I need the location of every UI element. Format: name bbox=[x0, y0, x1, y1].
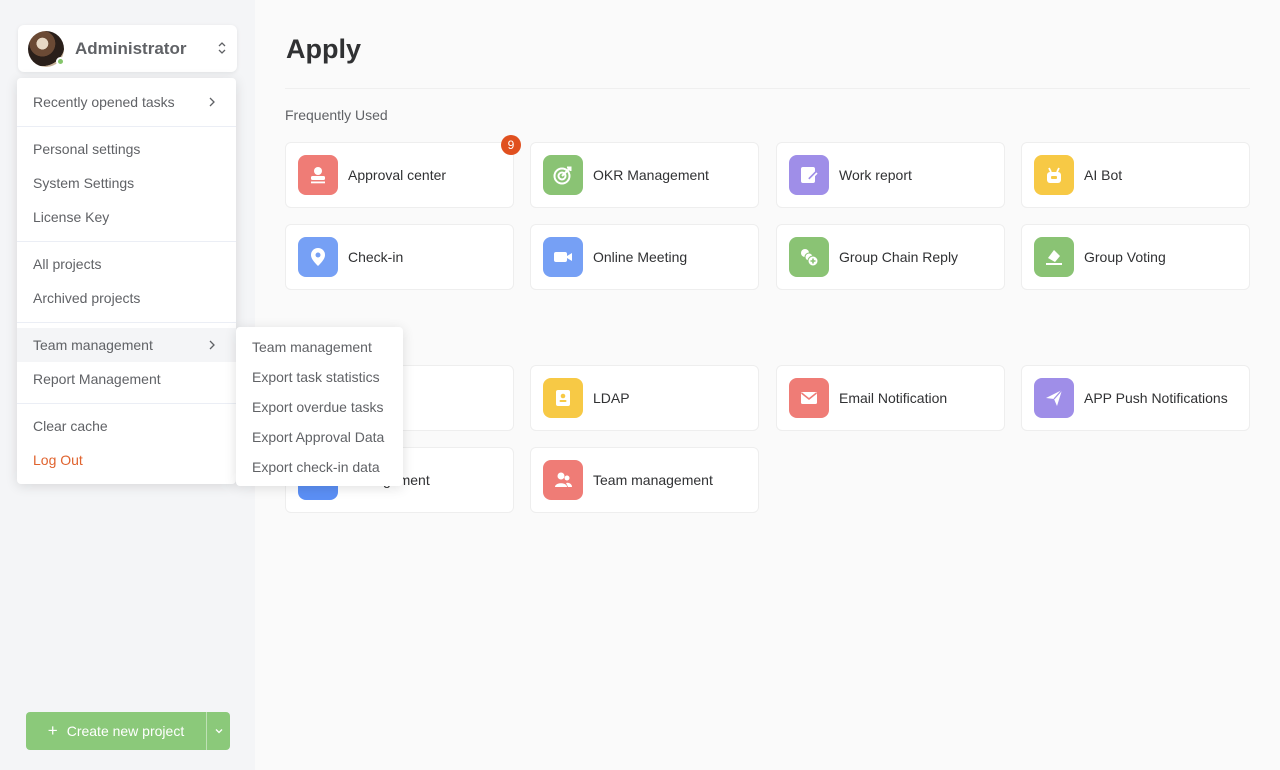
submenu-item-team-management[interactable]: Team management bbox=[236, 332, 403, 362]
app-label: Team management bbox=[593, 472, 713, 488]
title-divider bbox=[285, 88, 1250, 89]
menu-item-report-management[interactable]: Report Management bbox=[17, 362, 236, 396]
location-pin-icon bbox=[298, 237, 338, 277]
app-label: Check-in bbox=[348, 249, 404, 265]
app-card-app-push-notifications[interactable]: APP Push Notifications bbox=[1021, 365, 1250, 431]
menu-item-label: System Settings bbox=[33, 175, 135, 191]
vote-icon bbox=[1034, 237, 1074, 277]
menu-item-label: Report Management bbox=[33, 371, 161, 387]
main-content: Apply Frequently Used Approval center 9 … bbox=[255, 0, 1280, 770]
app-card-online-meeting[interactable]: Online Meeting bbox=[530, 224, 759, 290]
menu-item-recent-tasks[interactable]: Recently opened tasks bbox=[17, 85, 236, 119]
notification-badge: 9 bbox=[501, 135, 521, 155]
frequently-used-heading: Frequently Used bbox=[285, 107, 388, 123]
app-card-team-management[interactable]: Team management bbox=[530, 447, 759, 513]
app-card-ldap[interactable]: LDAP bbox=[530, 365, 759, 431]
app-card-ai-bot[interactable]: AI Bot bbox=[1021, 142, 1250, 208]
app-label: Group Voting bbox=[1084, 249, 1166, 265]
target-icon bbox=[543, 155, 583, 195]
submenu-item-label: Export check-in data bbox=[252, 459, 380, 475]
app-card-work-report[interactable]: Work report bbox=[776, 142, 1005, 208]
robot-icon bbox=[1034, 155, 1074, 195]
chain-add-icon bbox=[789, 237, 829, 277]
submenu-item-export-check-in-data[interactable]: Export check-in data bbox=[236, 452, 403, 482]
user-name: Administrator bbox=[75, 38, 187, 58]
paper-plane-icon bbox=[1034, 378, 1074, 418]
menu-item-clear-cache[interactable]: Clear cache bbox=[17, 409, 236, 443]
menu-item-label: Log Out bbox=[33, 452, 83, 468]
app-label: Group Chain Reply bbox=[839, 249, 959, 265]
app-card-approval-center[interactable]: Approval center 9 bbox=[285, 135, 521, 208]
menu-item-label: Team management bbox=[33, 337, 153, 353]
app-label: Online Meeting bbox=[593, 249, 688, 265]
menu-divider bbox=[17, 126, 236, 127]
stamp-icon bbox=[298, 155, 338, 195]
chevron-right-icon bbox=[206, 337, 218, 353]
chevron-down-icon bbox=[215, 729, 222, 734]
edit-document-icon bbox=[789, 155, 829, 195]
page-title: Apply bbox=[286, 34, 362, 64]
submenu-item-export-approval-data[interactable]: Export Approval Data bbox=[236, 422, 403, 452]
menu-item-label: License Key bbox=[33, 209, 110, 225]
submenu-item-export-task-statistics[interactable]: Export task statistics bbox=[236, 362, 403, 392]
app-card-email-notification[interactable]: Email Notification bbox=[776, 365, 1005, 431]
app-label: APP Push Notifications bbox=[1084, 390, 1228, 406]
avatar bbox=[28, 30, 65, 67]
menu-item-system-settings[interactable]: System Settings bbox=[17, 166, 236, 200]
app-label: Work report bbox=[839, 167, 912, 183]
video-camera-icon bbox=[543, 237, 583, 277]
team-icon bbox=[543, 460, 583, 500]
address-book-icon bbox=[543, 378, 583, 418]
submenu-item-label: Export overdue tasks bbox=[252, 399, 384, 415]
create-project-label: Create new project bbox=[66, 723, 185, 739]
app-label: Email Notification bbox=[839, 390, 948, 406]
menu-item-personal-settings[interactable]: Personal settings bbox=[17, 132, 236, 166]
plus-icon: + bbox=[47, 721, 58, 740]
menu-divider bbox=[17, 403, 236, 404]
menu-item-all-projects[interactable]: All projects bbox=[17, 247, 236, 281]
app-label: LDAP bbox=[593, 390, 630, 406]
create-project-button[interactable]: + Create new project bbox=[26, 712, 206, 750]
menu-item-archived-projects[interactable]: Archived projects bbox=[17, 281, 236, 315]
submenu-item-label: Team management bbox=[252, 339, 372, 355]
online-status-dot bbox=[56, 56, 65, 66]
menu-divider bbox=[17, 322, 236, 323]
menu-item-label: All projects bbox=[33, 256, 102, 272]
user-switcher[interactable]: Administrator bbox=[18, 25, 237, 72]
chevron-right-icon bbox=[206, 94, 218, 110]
menu-item-label: Clear cache bbox=[33, 418, 108, 434]
chevron-up-down-icon bbox=[217, 40, 227, 58]
app-label: OKR Management bbox=[593, 167, 709, 183]
menu-item-label: Recently opened tasks bbox=[33, 94, 175, 110]
team-management-submenu: Team management Export task statistics E… bbox=[236, 327, 403, 486]
user-dropdown-menu: Recently opened tasks Personal settings … bbox=[17, 78, 236, 484]
app-card-check-in[interactable]: Check-in bbox=[285, 224, 514, 290]
menu-item-log-out[interactable]: Log Out bbox=[17, 443, 236, 477]
create-project-button-group: + Create new project bbox=[26, 712, 230, 750]
app-card-group-voting[interactable]: Group Voting bbox=[1021, 224, 1250, 290]
submenu-item-label: Export task statistics bbox=[252, 369, 380, 385]
submenu-item-export-overdue-tasks[interactable]: Export overdue tasks bbox=[236, 392, 403, 422]
app-card-okr-management[interactable]: OKR Management bbox=[530, 142, 759, 208]
app-label: Approval center bbox=[348, 167, 447, 183]
mail-icon bbox=[789, 378, 829, 418]
menu-item-label: Personal settings bbox=[33, 141, 141, 157]
menu-divider bbox=[17, 241, 236, 242]
app-label: AI Bot bbox=[1084, 167, 1123, 183]
app-card-group-chain-reply[interactable]: Group Chain Reply bbox=[776, 224, 1005, 290]
menu-item-license-key[interactable]: License Key bbox=[17, 200, 236, 234]
create-project-dropdown-button[interactable] bbox=[206, 712, 230, 750]
submenu-item-label: Export Approval Data bbox=[252, 429, 385, 445]
menu-item-label: Archived projects bbox=[33, 290, 141, 306]
menu-item-team-management[interactable]: Team management bbox=[17, 328, 236, 362]
